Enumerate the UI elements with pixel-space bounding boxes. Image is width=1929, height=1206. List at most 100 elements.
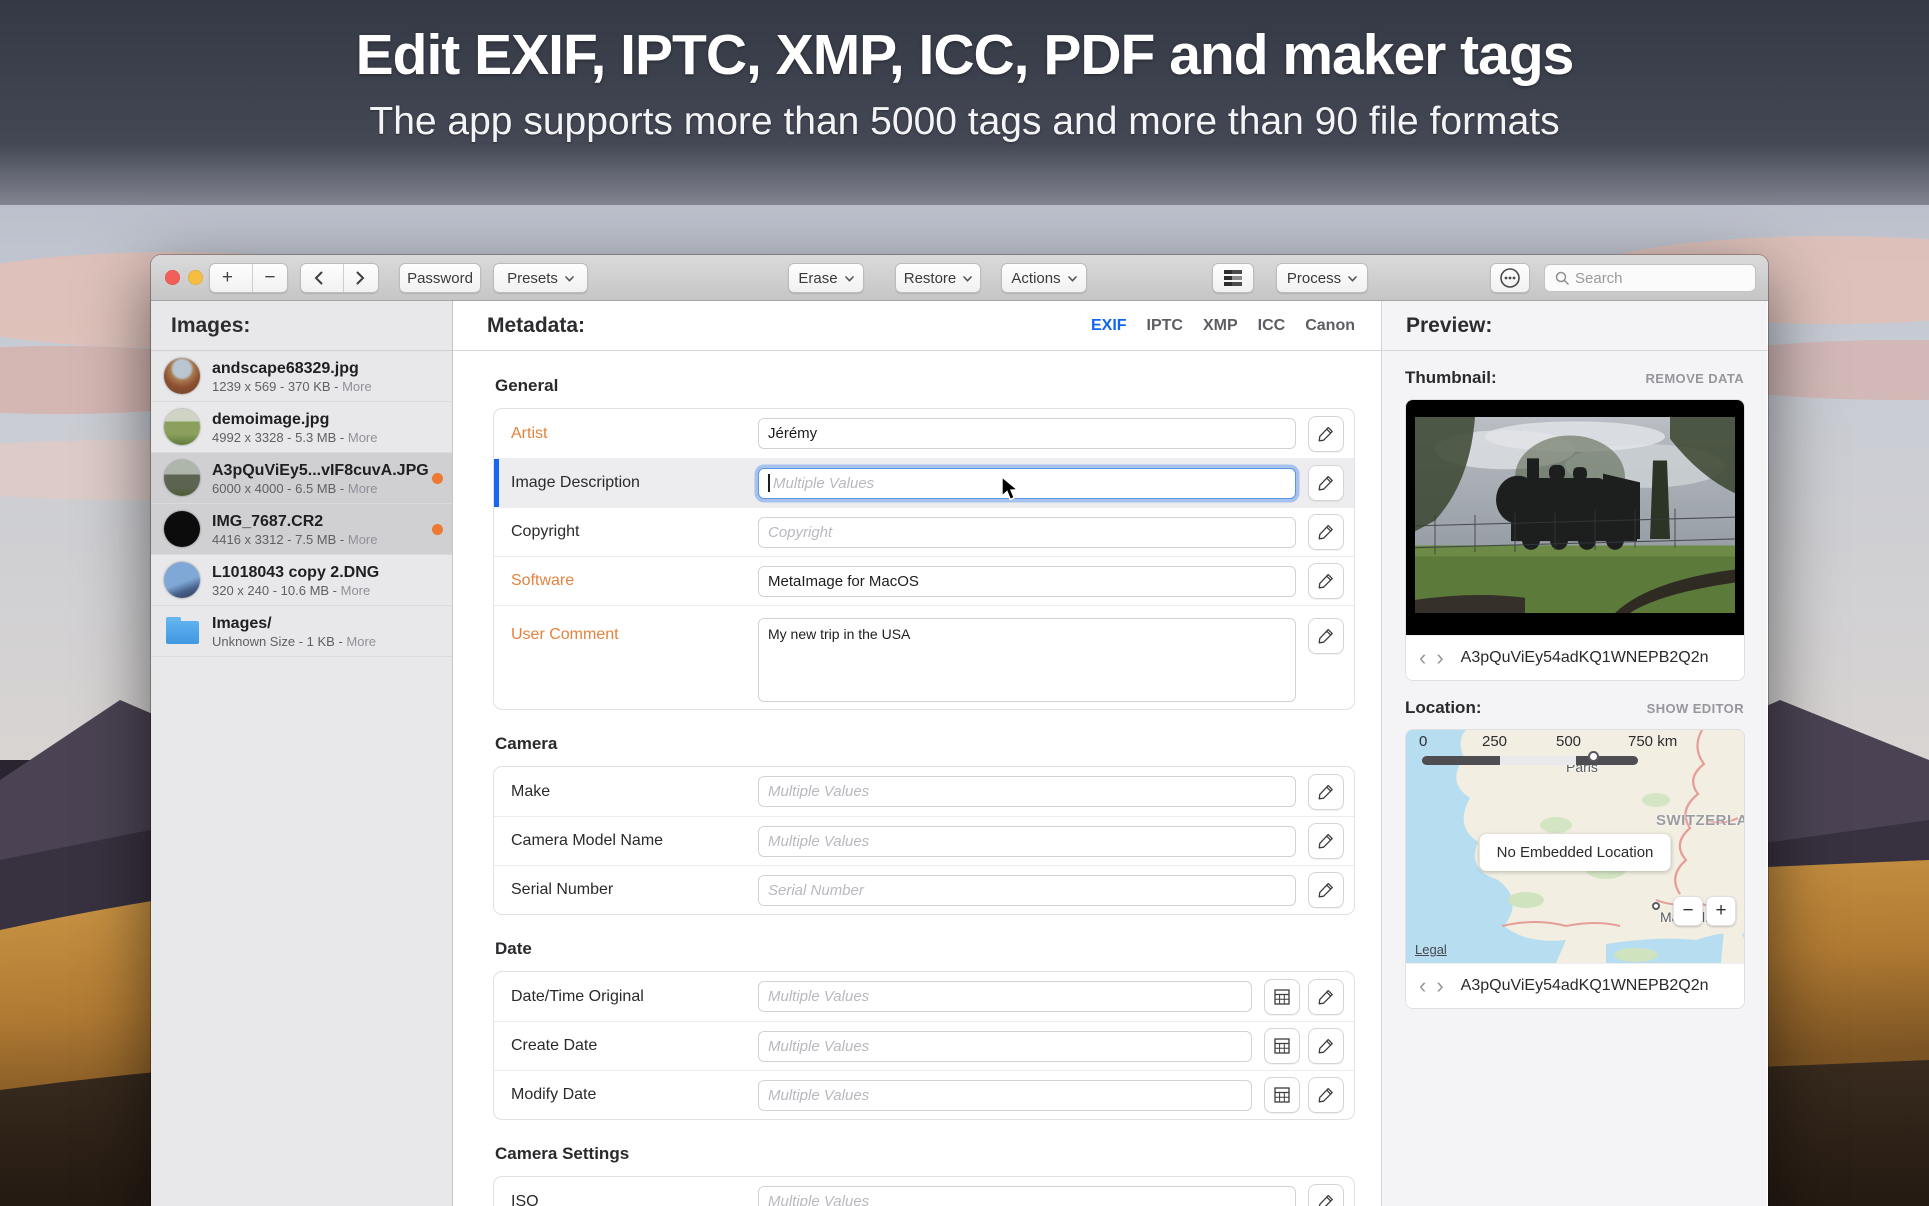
tab-exif[interactable]: EXIF bbox=[1091, 317, 1127, 335]
edit-button[interactable] bbox=[1308, 465, 1344, 501]
datetime-original-input[interactable]: Multiple Values bbox=[758, 981, 1252, 1012]
image-name: IMG_7687.CR2 bbox=[212, 512, 377, 532]
edit-button[interactable] bbox=[1308, 1184, 1344, 1206]
image-description-input[interactable]: Multiple Values bbox=[758, 468, 1296, 499]
field-label: Modify Date bbox=[511, 1086, 758, 1104]
calendar-button[interactable] bbox=[1264, 979, 1300, 1015]
folder-list-item[interactable]: Images/ Unknown Size - 1 KB - More bbox=[151, 606, 452, 657]
app-window: + − Password Presets Erase Restore bbox=[151, 255, 1768, 1206]
image-list-item[interactable]: andscape68329.jpg 1239 x 569 - 370 KB - … bbox=[151, 351, 452, 402]
edit-button[interactable] bbox=[1308, 1077, 1344, 1113]
edit-button[interactable] bbox=[1308, 416, 1344, 452]
artist-input[interactable]: Jérémy bbox=[758, 418, 1296, 449]
user-comment-textarea[interactable]: My new trip in the USA bbox=[758, 618, 1296, 702]
camera-model-input[interactable]: Multiple Values bbox=[758, 826, 1296, 857]
edit-button[interactable] bbox=[1308, 774, 1344, 810]
search-input[interactable]: Search bbox=[1544, 264, 1756, 292]
close-window-button[interactable] bbox=[165, 270, 180, 285]
minimize-window-button[interactable] bbox=[188, 270, 203, 285]
images-sidebar: Images: andscape68329.jpg 1239 x 569 - 3… bbox=[151, 301, 453, 1206]
image-list-item[interactable]: L1018043 copy 2.DNG 320 x 240 - 10.6 MB … bbox=[151, 555, 452, 606]
restore-dropdown-label: Restore bbox=[904, 270, 957, 287]
field-label: Copyright bbox=[511, 523, 758, 541]
more-link[interactable]: More bbox=[348, 430, 378, 445]
field-row-image-description: Image Description Multiple Values bbox=[494, 458, 1354, 507]
map-legal-link[interactable]: Legal bbox=[1415, 942, 1447, 957]
pencil-icon bbox=[1318, 475, 1334, 491]
list-view-icon bbox=[1224, 270, 1242, 286]
pencil-icon bbox=[1318, 784, 1334, 800]
image-list-item[interactable]: demoimage.jpg 4992 x 3328 - 5.3 MB - Mor… bbox=[151, 402, 452, 453]
map-zoom-out-button[interactable]: − bbox=[1673, 896, 1703, 926]
field-label: ISO bbox=[511, 1193, 758, 1206]
back-button[interactable] bbox=[301, 264, 336, 292]
more-link[interactable]: More bbox=[341, 583, 371, 598]
serial-number-input[interactable]: Serial Number bbox=[758, 875, 1296, 906]
next-image-button[interactable]: › bbox=[1436, 647, 1443, 669]
remove-data-button[interactable]: REMOVE DATA bbox=[1645, 371, 1744, 386]
image-thumbnail bbox=[164, 358, 200, 394]
edit-button[interactable] bbox=[1308, 872, 1344, 908]
field-label: Image Description bbox=[511, 474, 758, 492]
prev-image-button[interactable]: ‹ bbox=[1419, 975, 1426, 997]
thumbnail-card: ‹ › A3pQuViEy54adKQ1WNEPB2Q2n bbox=[1405, 399, 1745, 681]
pencil-icon bbox=[1318, 882, 1334, 898]
modify-date-input[interactable]: Multiple Values bbox=[758, 1080, 1252, 1111]
more-link[interactable]: More bbox=[342, 379, 372, 394]
process-dropdown[interactable]: Process bbox=[1276, 263, 1368, 293]
tab-canon[interactable]: Canon bbox=[1305, 317, 1355, 335]
image-thumbnail bbox=[164, 562, 200, 598]
field-row-iso: ISO Multiple Values bbox=[494, 1177, 1354, 1206]
make-input[interactable]: Multiple Values bbox=[758, 776, 1296, 807]
copyright-input[interactable]: Copyright bbox=[758, 517, 1296, 548]
next-image-button[interactable]: › bbox=[1436, 975, 1443, 997]
map-zoom-in-button[interactable]: + bbox=[1706, 896, 1736, 926]
more-link[interactable]: More bbox=[348, 532, 378, 547]
tab-iptc[interactable]: IPTC bbox=[1147, 317, 1183, 335]
chevron-down-icon bbox=[963, 276, 972, 282]
more-link[interactable]: More bbox=[348, 481, 378, 496]
nav-segment bbox=[300, 263, 379, 293]
tab-icc[interactable]: ICC bbox=[1258, 317, 1286, 335]
location-map[interactable]: Paris 0 250 500 750 km SWITZERLA Marseil… bbox=[1406, 730, 1744, 963]
field-label: Make bbox=[511, 783, 758, 801]
show-editor-button[interactable]: SHOW EDITOR bbox=[1647, 701, 1744, 716]
add-image-button[interactable]: + bbox=[210, 264, 245, 292]
restore-dropdown[interactable]: Restore bbox=[895, 263, 981, 293]
edit-button[interactable] bbox=[1308, 563, 1344, 599]
pencil-icon bbox=[1318, 1194, 1334, 1206]
folder-icon bbox=[164, 613, 200, 649]
more-options-button[interactable] bbox=[1490, 263, 1530, 293]
edit-button[interactable] bbox=[1308, 979, 1344, 1015]
map-scale-bar bbox=[1422, 756, 1638, 765]
image-list-item-selected[interactable]: IMG_7687.CR2 4416 x 3312 - 7.5 MB - More bbox=[151, 504, 452, 555]
calendar-button[interactable] bbox=[1264, 1028, 1300, 1064]
folder-meta: Unknown Size - 1 KB - bbox=[212, 634, 346, 649]
password-button[interactable]: Password bbox=[399, 263, 481, 293]
software-input[interactable]: MetaImage for MacOS bbox=[758, 566, 1296, 597]
iso-input[interactable]: Multiple Values bbox=[758, 1186, 1296, 1206]
edit-button[interactable] bbox=[1308, 514, 1344, 550]
forward-button[interactable] bbox=[343, 264, 378, 292]
view-mode-button[interactable] bbox=[1212, 263, 1254, 293]
location-filename-bar: ‹ › A3pQuViEy54adKQ1WNEPB2Q2n bbox=[1406, 963, 1744, 1008]
image-thumbnail bbox=[164, 409, 200, 445]
mouse-cursor bbox=[998, 476, 1022, 502]
general-card: Artist Jérémy Image Description Multiple… bbox=[493, 408, 1355, 710]
actions-dropdown[interactable]: Actions bbox=[1001, 263, 1087, 293]
field-label: Date/Time Original bbox=[511, 988, 758, 1006]
remove-image-button[interactable]: − bbox=[252, 264, 287, 292]
edit-button[interactable] bbox=[1308, 618, 1344, 654]
erase-dropdown[interactable]: Erase bbox=[788, 263, 864, 293]
chevron-down-icon bbox=[1068, 276, 1077, 282]
more-link[interactable]: More bbox=[346, 634, 376, 649]
edit-button[interactable] bbox=[1308, 823, 1344, 859]
tab-xmp[interactable]: XMP bbox=[1203, 317, 1238, 335]
image-list-item-selected[interactable]: A3pQuViEy5...vIF8cuvA.JPG 6000 x 4000 - … bbox=[151, 453, 452, 504]
prev-image-button[interactable]: ‹ bbox=[1419, 647, 1426, 669]
create-date-input[interactable]: Multiple Values bbox=[758, 1031, 1252, 1062]
presets-dropdown[interactable]: Presets bbox=[493, 263, 588, 293]
calendar-button[interactable] bbox=[1264, 1077, 1300, 1113]
edit-button[interactable] bbox=[1308, 1028, 1344, 1064]
camera-settings-card: ISO Multiple Values bbox=[493, 1176, 1355, 1206]
